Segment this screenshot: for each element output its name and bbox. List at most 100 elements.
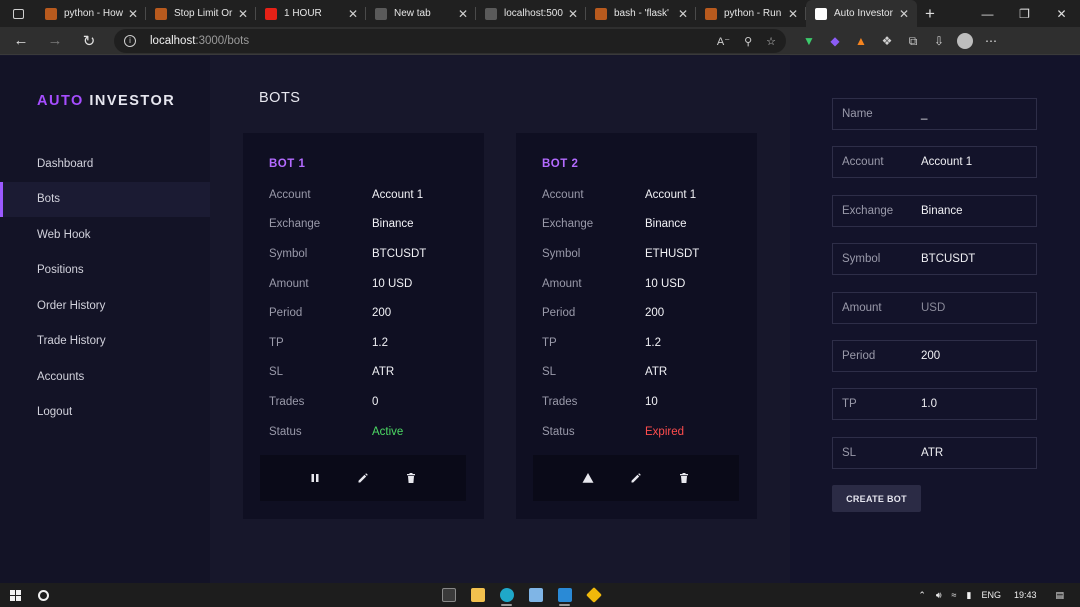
bot-detail-key: Exchange xyxy=(542,218,594,231)
sidebar-item-positions[interactable]: Positions xyxy=(0,253,210,289)
language-indicator[interactable]: ENG xyxy=(976,590,1006,600)
browser-tab[interactable]: python - Run ✕ xyxy=(696,0,806,27)
browser-tab[interactable]: 1 HOUR ✕ xyxy=(256,0,366,27)
search-icon[interactable] xyxy=(30,589,56,601)
warning-icon[interactable] xyxy=(581,471,595,485)
window-controls: — ❐ ✕ xyxy=(969,0,1080,27)
sidebar-item-logout[interactable]: Logout xyxy=(0,395,210,431)
battery-icon[interactable]: ▮ xyxy=(961,590,976,601)
bot-detail-key: Status xyxy=(269,425,302,438)
bot-card-actions xyxy=(533,455,739,501)
clock[interactable]: 19:43 xyxy=(1006,590,1051,600)
create-bot-button[interactable]: CREATE BOT xyxy=(832,485,921,512)
bot-detail-row: Exchange Binance xyxy=(269,210,469,240)
name-field[interactable]: Name _ xyxy=(832,98,1037,130)
exchange-field[interactable]: Exchange Binance xyxy=(832,194,1037,227)
read-aloud-icon[interactable]: A⁻ xyxy=(717,35,730,48)
bot-detail-row: Amount 10 USD xyxy=(542,269,742,299)
bot-detail-key: SL xyxy=(269,366,284,379)
sidebar-item-dashboard[interactable]: Dashboard xyxy=(0,146,210,182)
system-tray: ⌃ 🔊︎ ≈ ▮ ENG 19:43 ▤ xyxy=(913,583,1080,607)
bot-detail-row: Period 200 xyxy=(542,298,742,328)
tab-close-icon[interactable]: ✕ xyxy=(897,7,911,21)
file-explorer-icon[interactable] xyxy=(463,583,492,607)
terminal-icon[interactable] xyxy=(434,583,463,607)
profile-avatar[interactable] xyxy=(952,29,978,53)
bot-detail-row: TP 1.2 xyxy=(269,328,469,358)
bot-detail-row: TP 1.2 xyxy=(542,328,742,358)
tab-close-icon[interactable]: ✕ xyxy=(456,7,470,21)
pause-icon[interactable] xyxy=(308,471,322,485)
sidebar-item-trade-history[interactable]: Trade History xyxy=(0,324,210,360)
close-window-icon[interactable]: ✕ xyxy=(1043,0,1080,27)
tab-close-icon[interactable]: ✕ xyxy=(676,7,690,21)
browser-tab[interactable]: Auto Investor ✕ xyxy=(806,0,917,27)
url-field[interactable]: i localhost:3000/bots A⁻ ⚲ ☆ xyxy=(114,29,786,53)
site-info-icon[interactable]: i xyxy=(124,35,136,47)
tab-label: python - How xyxy=(64,8,123,19)
volume-icon[interactable]: 🔊︎ xyxy=(931,590,947,601)
status-badge: Active xyxy=(372,425,404,438)
tab-close-icon[interactable]: ✕ xyxy=(786,7,800,21)
bot-detail-key: Exchange xyxy=(269,218,321,231)
forward-button[interactable]: → xyxy=(38,32,72,49)
downloads-icon[interactable]: ⇩ xyxy=(926,29,952,53)
amount-field[interactable]: Amount USD xyxy=(832,291,1037,324)
tab-label: python - Run xyxy=(724,8,782,19)
edit-icon[interactable] xyxy=(356,471,370,485)
new-tab-button[interactable]: + xyxy=(917,0,943,27)
browser-tab[interactable]: New tab ✕ xyxy=(366,0,476,27)
wifi-icon[interactable]: ≈ xyxy=(947,590,962,600)
browser-tab[interactable]: python - How ✕ xyxy=(36,0,146,27)
edit-icon[interactable] xyxy=(629,471,643,485)
purple-extension-icon[interactable]: ◆ xyxy=(822,29,848,53)
back-button[interactable]: ← xyxy=(4,32,38,49)
tp-field[interactable]: TP 1.0 xyxy=(832,388,1037,421)
binance-icon[interactable] xyxy=(579,583,608,607)
bot-detail-value: ATR xyxy=(645,366,668,379)
collections-icon[interactable]: ⧉ xyxy=(900,29,926,53)
browser-tab[interactable]: Stop Limit Or ✕ xyxy=(146,0,256,27)
tab-favicon-icon xyxy=(375,7,387,20)
metamask-extension-icon[interactable]: ▲ xyxy=(848,29,874,53)
windows-taskbar: ⌃ 🔊︎ ≈ ▮ ENG 19:43 ▤ xyxy=(0,583,1080,607)
sidebar-item-order-history[interactable]: Order History xyxy=(0,288,210,324)
edge-browser-icon[interactable] xyxy=(492,583,521,607)
period-field[interactable]: Period 200 xyxy=(832,340,1037,372)
notepad-icon[interactable] xyxy=(521,583,550,607)
delete-icon[interactable] xyxy=(677,471,691,485)
chevron-up-icon[interactable]: ⌃ xyxy=(913,590,931,601)
minimize-icon[interactable]: — xyxy=(969,0,1006,27)
vscode-icon[interactable] xyxy=(550,583,579,607)
start-button[interactable] xyxy=(0,589,30,601)
tab-close-icon[interactable]: ✕ xyxy=(566,7,580,21)
sl-field[interactable]: SL ATR xyxy=(832,436,1037,469)
sidebar-item-accounts[interactable]: Accounts xyxy=(0,359,210,395)
tab-actions-icon[interactable] xyxy=(0,0,36,27)
favorite-icon[interactable]: ☆ xyxy=(766,35,776,48)
symbol-field[interactable]: Symbol BTCUSDT xyxy=(832,243,1037,276)
sidebar-item-bots[interactable]: Bots xyxy=(0,181,210,217)
tab-close-icon[interactable]: ✕ xyxy=(346,7,360,21)
bot-detail-value: Binance xyxy=(645,218,687,231)
browser-tab[interactable]: localhost:500 ✕ xyxy=(476,0,586,27)
tab-label: localhost:500 xyxy=(504,8,563,19)
zoom-icon[interactable]: ⚲ xyxy=(744,35,752,48)
restore-icon[interactable]: ❐ xyxy=(1006,0,1043,27)
browser-menu-icon[interactable]: ⋯ xyxy=(978,29,1004,53)
sidebar-item-web-hook[interactable]: Web Hook xyxy=(0,217,210,253)
delete-icon[interactable] xyxy=(404,471,418,485)
bot-detail-key: Amount xyxy=(542,277,582,290)
shield-extension-icon[interactable]: ▼ xyxy=(796,29,822,53)
reload-button[interactable]: ↻ xyxy=(72,32,106,50)
field-label: Account xyxy=(842,156,884,169)
browser-tab[interactable]: bash - 'flask' ✕ xyxy=(586,0,696,27)
tab-close-icon[interactable]: ✕ xyxy=(126,7,140,21)
tab-close-icon[interactable]: ✕ xyxy=(236,7,250,21)
account-field[interactable]: Account Account 1 xyxy=(832,146,1037,179)
notifications-icon[interactable]: ▤ xyxy=(1050,590,1080,601)
bot-details: Account Account 1 Exchange Binance Symbol BTC… xyxy=(269,180,469,446)
extensions-icon[interactable]: ❖ xyxy=(874,29,900,53)
bot-detail-value: ATR xyxy=(372,366,395,379)
bot-detail-key: Symbol xyxy=(269,247,308,260)
